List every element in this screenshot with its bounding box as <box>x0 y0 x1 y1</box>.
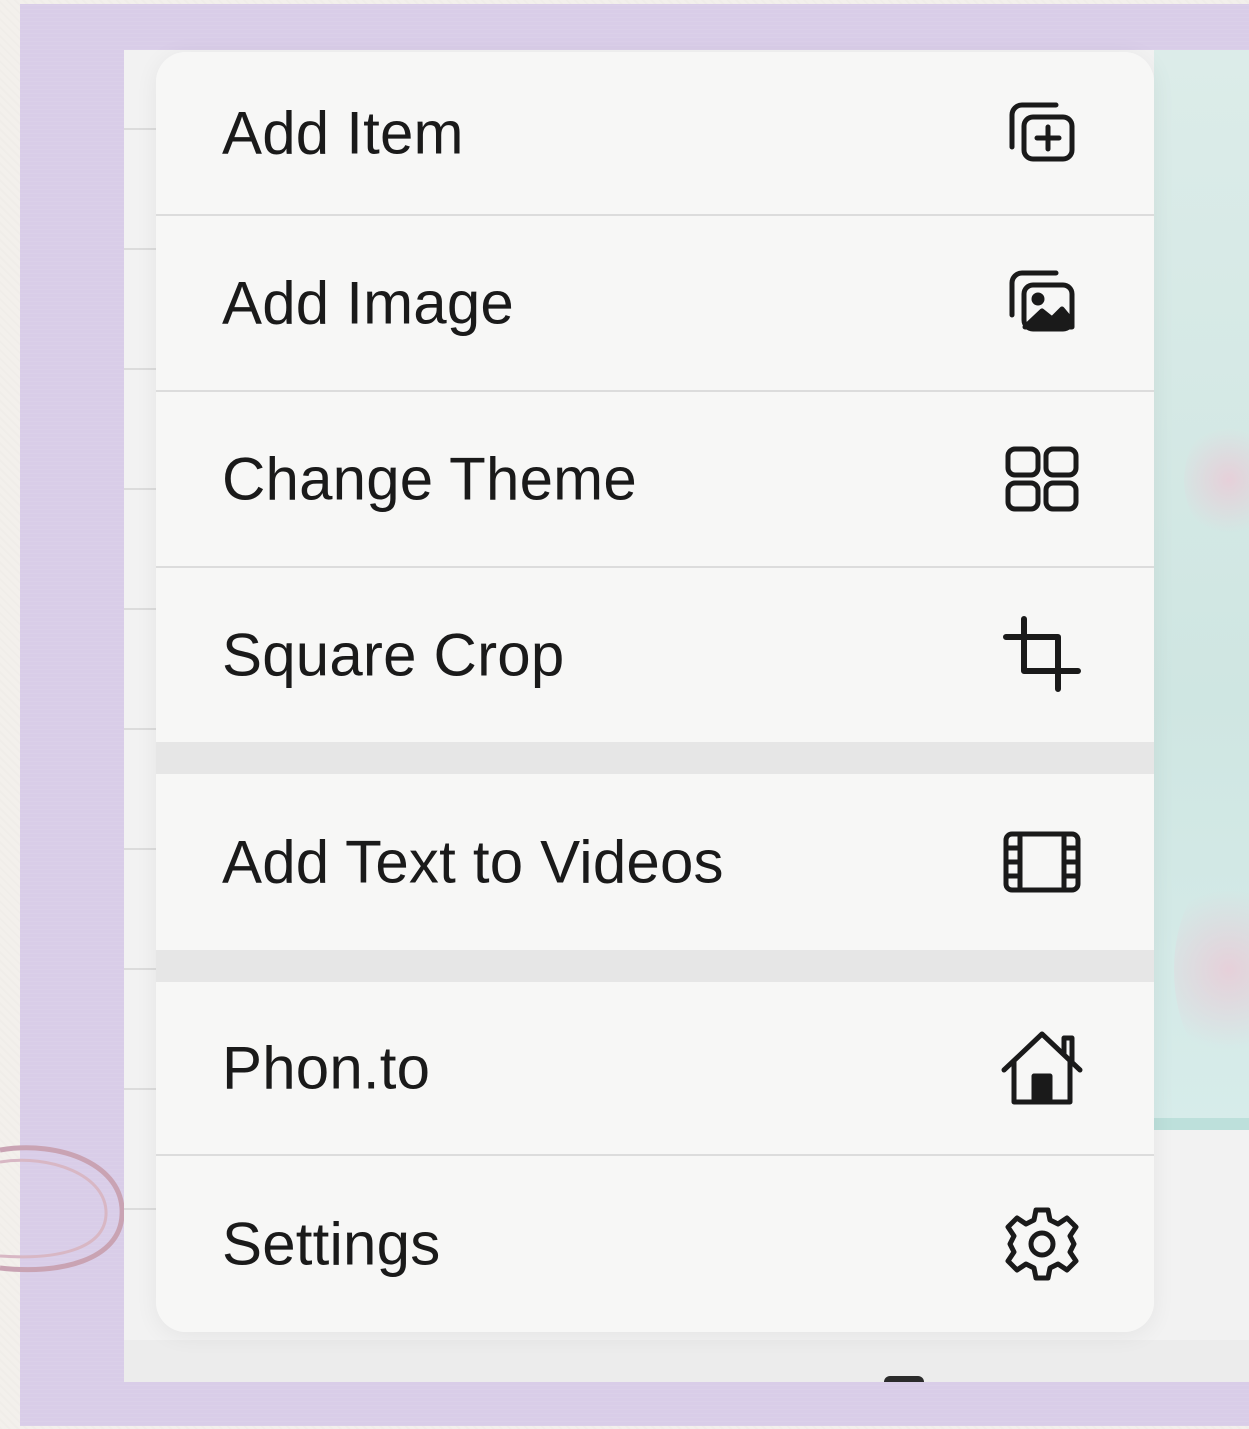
menu-item-label: Settings <box>222 1210 441 1278</box>
bottom-bar <box>124 1340 1249 1382</box>
home-indicator <box>884 1376 924 1382</box>
menu-item-phon-to[interactable]: Phon.to <box>156 982 1154 1154</box>
gear-icon <box>994 1196 1090 1292</box>
grid-icon <box>994 431 1090 527</box>
menu-item-label: Square Crop <box>222 621 565 689</box>
menu-item-label: Add Text to Videos <box>222 828 724 896</box>
menu-item-settings[interactable]: Settings <box>156 1156 1154 1332</box>
menu-item-label: Add Item <box>222 99 464 167</box>
menu-item-label: Phon.to <box>222 1034 431 1102</box>
menu-item-label: Add Image <box>222 269 514 337</box>
widget-border <box>1154 1118 1249 1130</box>
context-menu: Add Item Add Image Change Theme Square C… <box>156 52 1154 1332</box>
menu-item-change-theme[interactable]: Change Theme <box>156 392 1154 566</box>
section-separator <box>156 950 1154 982</box>
menu-item-add-text-to-videos[interactable]: Add Text to Videos <box>156 774 1154 950</box>
section-separator <box>156 742 1154 774</box>
photo-stack-icon <box>994 255 1090 351</box>
add-item-icon <box>994 85 1090 181</box>
house-icon <box>994 1020 1090 1116</box>
menu-item-square-crop[interactable]: Square Crop <box>156 568 1154 742</box>
film-icon <box>994 814 1090 910</box>
menu-item-add-image[interactable]: Add Image <box>156 216 1154 390</box>
menu-item-add-item[interactable]: Add Item <box>156 52 1154 214</box>
crop-icon <box>994 607 1090 703</box>
paperclip-decoration <box>0 1145 125 1273</box>
menu-item-label: Change Theme <box>222 445 637 513</box>
